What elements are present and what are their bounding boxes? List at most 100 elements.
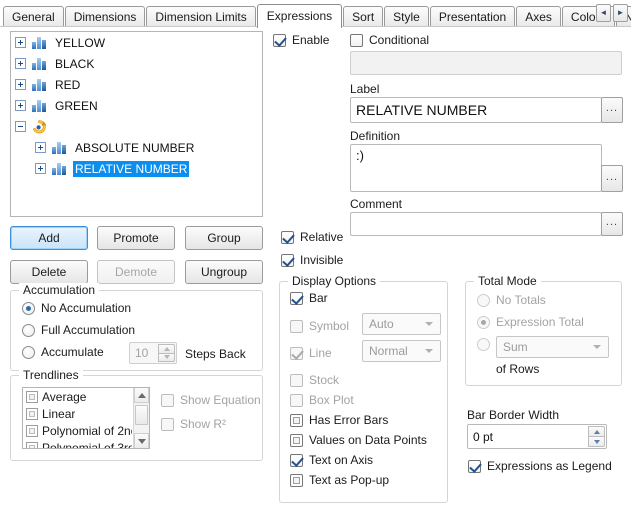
checkbox-icon[interactable] <box>281 230 294 244</box>
checkbox-label: Invisible <box>300 253 344 267</box>
checkbox-icon <box>290 393 303 407</box>
relative-checkbox[interactable]: Relative <box>281 230 343 244</box>
tab-axes[interactable]: Axes <box>516 6 561 27</box>
group-button[interactable]: Group <box>185 226 263 250</box>
definition-input[interactable]: :) <box>350 144 602 192</box>
tree-item-black[interactable]: BLACK <box>11 53 262 74</box>
radio-icon <box>22 323 35 337</box>
checkbox-icon[interactable] <box>26 407 38 420</box>
ungroup-button[interactable]: Ungroup <box>185 260 263 284</box>
expand-icon[interactable] <box>15 100 26 111</box>
checkbox-icon[interactable] <box>26 441 38 448</box>
caret-down-icon <box>593 439 600 444</box>
tree-item-relative-number[interactable]: RELATIVE NUMBER <box>11 158 262 179</box>
trendlines-list[interactable]: Average Linear Polynomial of 2nd d Polyn… <box>22 387 150 449</box>
stepper-down-button[interactable] <box>588 436 605 447</box>
definition-browse-button[interactable]: ... <box>601 165 623 192</box>
definition-caption: Definition <box>350 129 401 143</box>
checkbox-icon[interactable] <box>26 424 38 437</box>
bar-checkbox[interactable]: Bar <box>290 291 328 305</box>
tab-scroll-right-button[interactable]: ► <box>613 4 628 22</box>
label-browse-button[interactable]: ... <box>601 97 623 123</box>
checkbox-icon[interactable] <box>290 413 303 427</box>
values-on-data-points-checkbox[interactable]: Values on Data Points <box>290 433 427 447</box>
trendlines-scrollbar[interactable] <box>133 388 149 448</box>
checkbox-label: Text as Pop-up <box>309 473 390 487</box>
expand-icon[interactable] <box>15 79 26 90</box>
accumulation-group: Accumulation No Accumulation Full Accumu… <box>10 283 263 371</box>
chevron-down-icon <box>425 322 433 326</box>
comment-browse-button[interactable]: ... <box>601 212 623 236</box>
stepper-up-button[interactable] <box>588 426 605 436</box>
promote-button[interactable]: Promote <box>97 226 175 250</box>
checkbox-icon[interactable] <box>290 291 303 305</box>
radio-label: Accumulate <box>41 345 104 359</box>
conditional-checkbox[interactable]: Conditional <box>350 33 429 47</box>
radio-label: No Totals <box>496 293 546 307</box>
expand-icon[interactable] <box>15 37 26 48</box>
checkbox-label: Symbol <box>309 319 350 333</box>
checkbox-icon <box>290 373 303 387</box>
tree-item-green[interactable]: GREEN <box>11 95 262 116</box>
expressions-as-legend-checkbox[interactable]: Expressions as Legend <box>468 459 612 473</box>
tree-item-absolute-number[interactable]: ABSOLUTE NUMBER <box>11 137 262 158</box>
list-item[interactable]: Linear <box>23 405 132 422</box>
tab-scroll-left-button[interactable]: ◄ <box>596 4 611 22</box>
tab-style[interactable]: Style <box>384 6 429 27</box>
checkbox-icon[interactable] <box>26 390 38 403</box>
tree-item-yellow[interactable]: YELLOW <box>11 32 262 53</box>
list-item[interactable]: Average <box>23 388 132 405</box>
checkbox-icon[interactable] <box>273 33 286 47</box>
caret-down-icon <box>137 438 146 444</box>
scroll-down-button[interactable] <box>134 433 149 448</box>
tab-dimensions[interactable]: Dimensions <box>64 6 146 27</box>
tree-item-red[interactable]: RED <box>11 74 262 95</box>
checkbox-icon <box>290 319 303 333</box>
radio-icon <box>477 293 490 307</box>
tab-general[interactable]: General <box>3 6 64 27</box>
caret-down-icon <box>163 355 170 360</box>
checkbox-label: Show Equation <box>180 393 261 407</box>
radio-full-accumulation[interactable]: Full Accumulation <box>22 323 135 337</box>
checkbox-icon[interactable] <box>290 473 303 487</box>
scroll-up-button[interactable] <box>134 388 149 403</box>
enable-checkbox[interactable]: Enable <box>273 33 329 47</box>
text-on-axis-checkbox[interactable]: Text on Axis <box>290 453 373 467</box>
checkbox-icon[interactable] <box>350 33 363 47</box>
checkbox-icon[interactable] <box>468 459 481 473</box>
tab-presentation[interactable]: Presentation <box>429 6 516 27</box>
stepper-down-button <box>158 352 175 362</box>
steps-back-label: Steps Back <box>185 347 246 361</box>
checkbox-icon[interactable] <box>281 253 294 267</box>
delete-button[interactable]: Delete <box>10 260 88 284</box>
add-button[interactable]: Add <box>10 226 88 250</box>
invisible-checkbox[interactable]: Invisible <box>281 253 343 267</box>
tab-sort[interactable]: Sort <box>343 6 384 27</box>
tree-item-cyclic-group[interactable] <box>11 116 262 137</box>
expand-icon[interactable] <box>15 58 26 69</box>
radio-accumulate[interactable]: Accumulate <box>22 345 104 359</box>
checkbox-icon[interactable] <box>290 453 303 467</box>
total-mode-group-title: Total Mode <box>474 274 541 288</box>
checkbox-label: Bar <box>309 291 328 305</box>
bar-border-width-stepper[interactable]: 0 pt <box>467 424 607 449</box>
has-error-bars-checkbox[interactable]: Has Error Bars <box>290 413 388 427</box>
comment-input[interactable] <box>350 212 602 236</box>
expand-icon[interactable] <box>35 163 46 174</box>
line-checkbox: Line <box>290 346 332 360</box>
radio-no-accumulation[interactable]: No Accumulation <box>22 301 131 315</box>
tab-dimension-limits[interactable]: Dimension Limits <box>146 6 256 27</box>
tab-expressions[interactable]: Expressions <box>256 4 343 28</box>
expression-tree[interactable]: YELLOW BLACK RED GREEN ABSOLUTE NUMBER R… <box>10 31 263 217</box>
list-item[interactable]: Polynomial of 3rd d <box>23 439 132 448</box>
label-input[interactable]: RELATIVE NUMBER <box>350 97 602 123</box>
checkbox-icon[interactable] <box>290 433 303 447</box>
scrollbar-thumb[interactable] <box>135 405 148 425</box>
list-item[interactable]: Polynomial of 2nd d <box>23 422 132 439</box>
demote-button: Demote <box>97 260 175 284</box>
expand-icon[interactable] <box>35 142 46 153</box>
text-as-popup-checkbox[interactable]: Text as Pop-up <box>290 473 389 487</box>
collapse-icon[interactable] <box>15 121 26 132</box>
stepper-buttons[interactable] <box>588 426 605 447</box>
aggregation-dropdown: Sum <box>496 336 609 358</box>
